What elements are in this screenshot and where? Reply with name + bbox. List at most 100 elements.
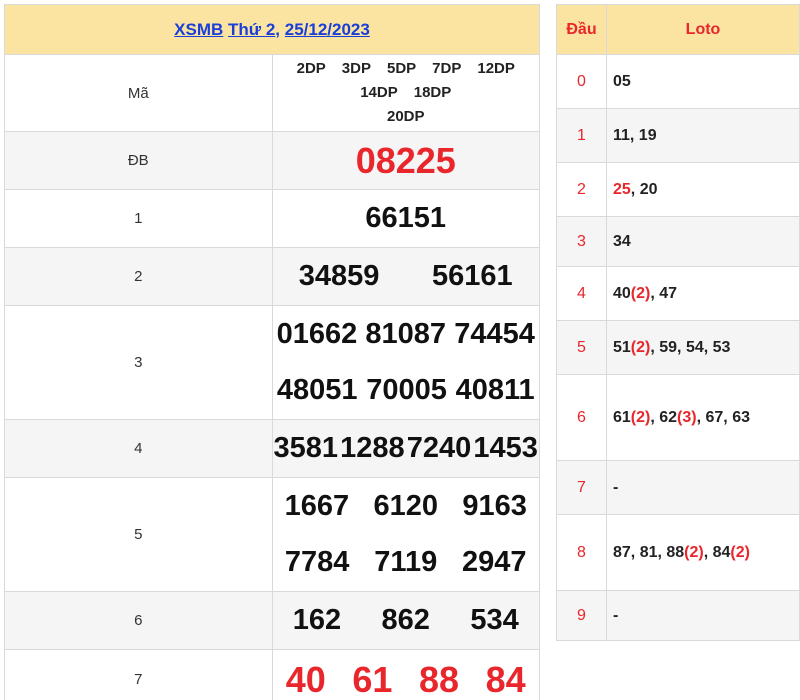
prize-row-6: 6 162 862 534 (4, 591, 540, 650)
loto-col-dau: Đầu (556, 4, 607, 55)
ma-code: 12DP (477, 60, 515, 77)
loto-col-loto: Loto (606, 4, 800, 55)
prize-values: 1667 6120 9163 7784 7119 2947 (271, 477, 540, 592)
loto-text: 51 (613, 338, 631, 356)
loto-highlight: (3) (677, 408, 697, 426)
prize-label: 1 (4, 189, 273, 248)
prize-number: 1667 (284, 490, 350, 522)
prize-number: 534 (470, 604, 519, 636)
prize-row-db: ĐB 08225 (4, 131, 540, 190)
prize-number: 74454 (454, 318, 535, 350)
prize-number: 70005 (366, 374, 447, 406)
weekday-link[interactable]: Thứ 2 (228, 20, 275, 39)
ma-code: 5DP (386, 60, 417, 77)
loto-highlight: 25 (613, 180, 631, 198)
loto-text: , 67, 63 (696, 408, 750, 426)
loto-values: 40(2), 47 (606, 266, 800, 321)
loto-row: 9- (556, 590, 800, 641)
prize-number: 88 (419, 658, 460, 700)
prize-label: 2 (4, 247, 273, 306)
loto-highlight: (2) (630, 408, 651, 426)
loto-body: 0 05 1 11, 19 2 25, 20 3 34 4 40(2), 47 5 51(2), 59… (556, 54, 800, 641)
loto-text: 05 (613, 72, 631, 90)
loto-row: 4 40(2), 47 (556, 266, 800, 321)
prize-values: 40 61 88 84 (271, 649, 540, 700)
loto-row: 0 05 (556, 54, 800, 109)
prize-number: 48051 (276, 374, 358, 406)
prize-label: 4 (4, 419, 273, 478)
prize-number: 6120 (373, 490, 438, 522)
loto-text: , 62 (650, 408, 678, 426)
loto-row: 3 34 (556, 216, 800, 267)
loto-dau: 8 (556, 514, 607, 591)
prize-values: 08225 (271, 131, 540, 190)
prize-number: 81087 (365, 318, 447, 350)
loto-values: - (606, 590, 800, 641)
prize-row-3: 3 01662 81087 74454 48051 70005 40811 (4, 305, 540, 420)
loto-dau: 2 (556, 162, 607, 217)
loto-values: 34 (606, 216, 800, 267)
ma-code: 3DP (341, 60, 371, 77)
loto-row: 6 61(2), 62(3), 67, 63 (556, 374, 800, 461)
loto-row: 1 11, 19 (556, 108, 800, 163)
prize-row-7: 7 40 61 88 84 (4, 649, 540, 700)
prize-number: 1288 (340, 432, 405, 464)
xsmb-link[interactable]: XSMB (174, 20, 223, 39)
loto-text: , 20 (630, 180, 658, 198)
prize-number: 1453 (473, 432, 538, 464)
prize-number: 7784 (284, 546, 350, 578)
prize-label: 7 (4, 649, 273, 700)
prize-row-4: 4 3581 1288 7240 1453 (4, 419, 540, 478)
loto-values: 87, 81, 88(2), 84(2) (606, 514, 800, 591)
prize-values: 34859 56161 (271, 247, 540, 306)
ma-code: 2DP (296, 60, 326, 77)
loto-row: 8 87, 81, 88(2), 84(2) (556, 514, 800, 591)
prize-number: 9163 (462, 490, 527, 522)
loto-values: 25, 20 (606, 162, 800, 217)
prize-number: 34859 (298, 260, 380, 292)
prize-number: 3581 (273, 432, 339, 464)
prize-number: 7119 (374, 546, 438, 578)
special-prize-number: 08225 (355, 139, 456, 181)
ma-codes: 2DP 3DP 5DP 7DP 12DP 14DP 18DP 20DP (271, 54, 540, 132)
prize-number: 01662 (276, 318, 358, 350)
loto-text: - (613, 606, 619, 624)
loto-highlight: (2) (630, 284, 651, 302)
loto-table: Đầu Loto 0 05 1 11, 19 2 25, 20 3 34 4 40(2), 47 5… (556, 4, 800, 641)
date-link[interactable]: 25/12/2023 (285, 20, 370, 39)
prize-number: 2947 (462, 546, 527, 578)
loto-text: 40 (613, 284, 631, 302)
prize-label: 6 (4, 591, 273, 650)
loto-header-row: Đầu Loto (556, 4, 800, 55)
loto-dau: 3 (556, 216, 607, 267)
loto-row: 7- (556, 460, 800, 515)
loto-text: 34 (613, 232, 631, 250)
loto-values: - (606, 460, 800, 515)
prize-row-5: 5 1667 6120 9163 7784 7119 2947 (4, 477, 540, 592)
loto-highlight: (2) (630, 338, 651, 356)
prize-number: 40 (285, 658, 326, 700)
loto-dau: 0 (556, 54, 607, 109)
results-header-row: XSMB Thứ 2, 25/12/2023 (4, 4, 540, 55)
loto-highlight: (2) (684, 543, 704, 561)
prize-number: 162 (292, 604, 342, 636)
loto-row: 5 51(2), 59, 54, 53 (556, 320, 800, 375)
ma-code: 20DP (386, 108, 425, 125)
prize-number: 7240 (406, 432, 472, 464)
loto-text: 11, 19 (613, 126, 657, 144)
loto-dau: 6 (556, 374, 607, 461)
loto-values: 51(2), 59, 54, 53 (606, 320, 800, 375)
prize-row-1: 1 66151 (4, 189, 540, 248)
prize-label: 3 (4, 305, 273, 420)
results-title: XSMB Thứ 2, 25/12/2023 (4, 4, 540, 55)
prize-label: 5 (4, 477, 273, 592)
ma-label: Mã (4, 54, 273, 132)
loto-row: 2 25, 20 (556, 162, 800, 217)
loto-text: , 59, 54, 53 (650, 338, 731, 356)
prize-number: 61 (352, 658, 393, 700)
loto-text: , 84 (703, 543, 731, 561)
prize-values: 66151 (271, 189, 540, 248)
loto-values: 11, 19 (606, 108, 800, 163)
loto-text: 87, 81, 88 (613, 543, 685, 561)
loto-values: 61(2), 62(3), 67, 63 (606, 374, 800, 461)
